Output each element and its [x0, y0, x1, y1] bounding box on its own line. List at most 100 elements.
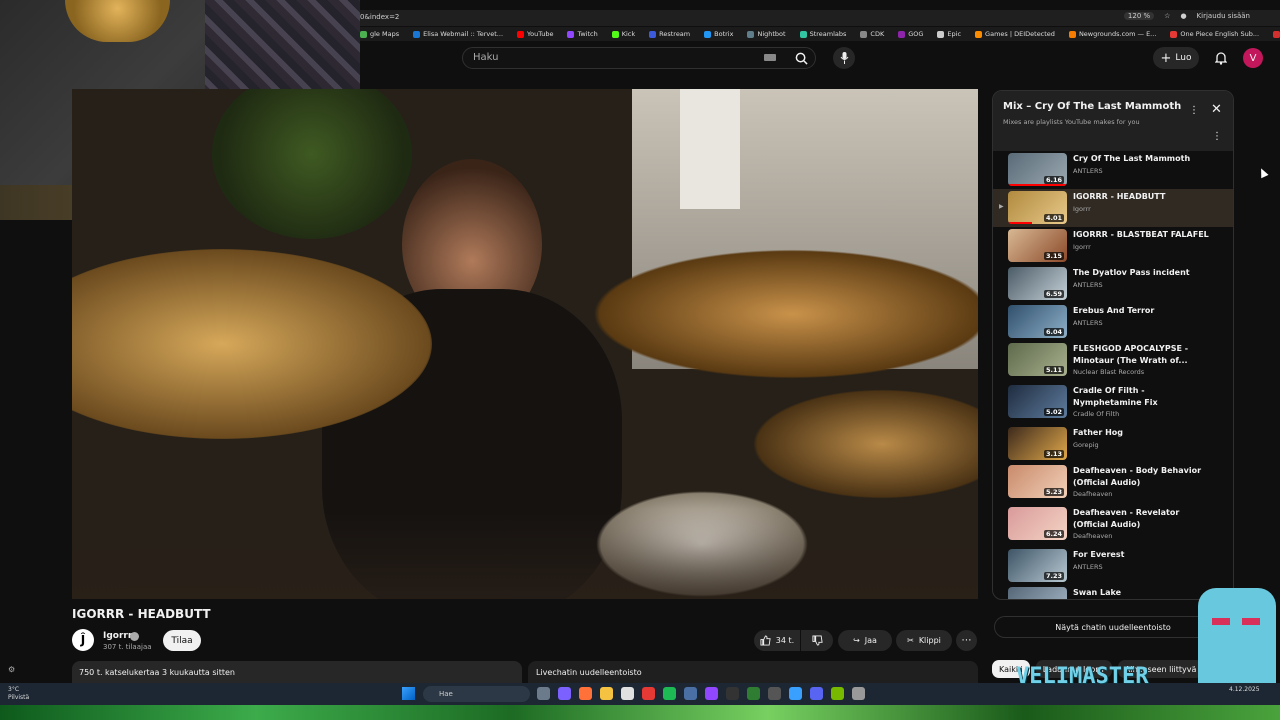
- video-scene-plant: [212, 89, 412, 239]
- bookmark-item[interactable]: Botrix: [704, 30, 733, 38]
- playlist-options-icon[interactable]: ⋮: [1212, 131, 1222, 142]
- playlist-thumbnail[interactable]: 7.23: [1008, 549, 1067, 582]
- bookmark-item[interactable]: Streamlabs: [799, 30, 846, 38]
- star-icon[interactable]: ☆: [1164, 12, 1170, 20]
- playlist-thumbnail[interactable]: 6.16: [1008, 153, 1067, 186]
- signin-label[interactable]: Kirjaudu sisään: [1197, 12, 1250, 20]
- playlist-item[interactable]: 6.04 Erebus And Terror ANTLERS: [993, 303, 1233, 341]
- bookmark-item[interactable]: Restream: [649, 30, 690, 38]
- playlist-item-title: The Dyatlov Pass incident: [1073, 268, 1190, 277]
- teams-icon[interactable]: [558, 687, 571, 700]
- dislike-button[interactable]: [801, 630, 833, 651]
- playlist-item[interactable]: 5.11 FLESHGOD APOCALYPSE - Minotaur (The …: [993, 341, 1233, 383]
- steam-icon[interactable]: [684, 687, 697, 700]
- subscriber-count: 307 t. tilaajaa: [103, 643, 152, 651]
- playlist-item[interactable]: ▶ 4.01 IGORRR - HEADBUTT Igorrr: [993, 189, 1233, 227]
- xbox-icon[interactable]: [747, 687, 760, 700]
- playlist-item-title: FLESHGOD APOCALYPSE - Minotaur (The Wrat…: [1073, 344, 1189, 365]
- playlist-item[interactable]: Swan Lake: [993, 585, 1233, 599]
- channel-avatar[interactable]: Ĵ: [72, 629, 94, 651]
- playlist-item-channel: Gorepig: [1073, 441, 1099, 449]
- calculator-icon[interactable]: [726, 687, 739, 700]
- bookmark-item[interactable]: Epic: [937, 30, 961, 38]
- bookmark-item[interactable]: Nightbot: [747, 30, 786, 38]
- chrome-icon[interactable]: [642, 687, 655, 700]
- video-player[interactable]: [72, 89, 978, 599]
- playlist-item[interactable]: 6.16 Cry Of The Last Mammoth ANTLERS: [993, 151, 1233, 189]
- bookmark-item[interactable]: Watch The Wild Robot...: [1273, 30, 1280, 38]
- playlist-item[interactable]: 7.23 For Everest ANTLERS: [993, 547, 1233, 585]
- zoom-indicator[interactable]: 120 %: [1123, 12, 1155, 20]
- playlist-thumbnail[interactable]: 6.59: [1008, 267, 1067, 300]
- description-box[interactable]: 750 t. katselukertaa 3 kuukautta sitten: [72, 661, 522, 683]
- playlist-item[interactable]: 3.15 IGORRR - BLASTBEAT FALAFEL Igorrr: [993, 227, 1233, 265]
- channel-name[interactable]: Igorrr: [103, 631, 132, 641]
- firefox-icon[interactable]: [579, 687, 592, 700]
- subscribe-button[interactable]: Tilaa: [163, 630, 201, 651]
- bookmark-item[interactable]: GOG: [898, 30, 923, 38]
- mascot-eye: [1212, 618, 1230, 625]
- playlist-item[interactable]: 5.23 Deafheaven - Body Behavior (Official…: [993, 463, 1233, 505]
- kebab-menu-icon[interactable]: ⋮: [1189, 105, 1199, 116]
- app-icon[interactable]: [852, 687, 865, 700]
- playlist-title[interactable]: Mix – Cry Of The Last Mammoth: [1003, 101, 1181, 112]
- playlist-item[interactable]: 6.59 The Dyatlov Pass incident ANTLERS: [993, 265, 1233, 303]
- playlist-item[interactable]: 3.13 Father Hog Gorepig: [993, 425, 1233, 463]
- playlist-thumbnail[interactable]: 4.01: [1008, 191, 1067, 224]
- close-icon[interactable]: ✕: [1211, 102, 1222, 117]
- weather-widget[interactable]: 3°C Pilvistä: [8, 686, 29, 702]
- gear-icon[interactable]: ⚙: [8, 665, 15, 674]
- bookmark-item[interactable]: Twitch: [567, 30, 598, 38]
- watch-progress-bar: [1008, 222, 1032, 224]
- bookmark-item[interactable]: YouTube: [517, 30, 553, 38]
- show-chat-replay-button[interactable]: Näytä chatin uudelleentoisto: [994, 616, 1232, 638]
- duration-badge: 5.11: [1043, 366, 1064, 374]
- bookmark-favicon-icon: [975, 30, 983, 38]
- discord-icon[interactable]: [810, 687, 823, 700]
- bookmark-item[interactable]: One Piece English Sub...: [1170, 30, 1259, 38]
- address-bar[interactable]: 0&index=2: [360, 13, 399, 21]
- playlist-thumbnail[interactable]: 5.11: [1008, 343, 1067, 376]
- taskbar-clock[interactable]: 4.12.2025: [1229, 686, 1260, 694]
- bookmark-item[interactable]: CDK: [860, 30, 884, 38]
- playlist-thumbnail[interactable]: 5.23: [1008, 465, 1067, 498]
- share-button[interactable]: ↪ Jaa: [838, 630, 892, 651]
- playlist-thumbnail[interactable]: 6.24: [1008, 507, 1067, 540]
- keyboard-icon[interactable]: [764, 54, 776, 61]
- file-explorer-icon[interactable]: [600, 687, 613, 700]
- playlist-item-title: Cradle Of Filth - Nymphetamine Fix: [1073, 386, 1158, 407]
- profile-icon[interactable]: ●: [1180, 12, 1186, 20]
- store-icon[interactable]: [621, 687, 634, 700]
- playlist-item[interactable]: 6.24 Deafheaven - Revelator (Official Aud…: [993, 505, 1233, 547]
- account-avatar[interactable]: V: [1243, 48, 1263, 68]
- playlist-thumbnail[interactable]: 3.15: [1008, 229, 1067, 262]
- bookmark-item[interactable]: Games | DEIDetected: [975, 30, 1055, 38]
- settings-app-icon[interactable]: [768, 687, 781, 700]
- windows-start-icon[interactable]: [402, 687, 415, 700]
- playlist-thumbnail[interactable]: 3.13: [1008, 427, 1067, 460]
- task-view-icon[interactable]: [537, 687, 550, 700]
- more-actions-button[interactable]: ⋯: [956, 630, 977, 651]
- photos-icon[interactable]: [789, 687, 802, 700]
- clip-button[interactable]: ✂ Klippi: [896, 630, 952, 651]
- bookmark-label: CDK: [870, 30, 885, 38]
- create-button[interactable]: + Luo: [1153, 47, 1199, 69]
- playlist-thumbnail[interactable]: [1008, 587, 1067, 599]
- taskbar-search[interactable]: Hae: [423, 686, 530, 702]
- bookmark-item[interactable]: Elisa Webmail :: Tervet...: [413, 30, 503, 38]
- notifications-button[interactable]: [1210, 47, 1232, 69]
- playlist-item-title: IGORRR - HEADBUTT: [1073, 192, 1166, 201]
- playlist-item[interactable]: 5.02 Cradle Of Filth - Nymphetamine Fix Cr…: [993, 383, 1233, 425]
- obs-icon[interactable]: [705, 687, 718, 700]
- search-input[interactable]: Haku: [462, 47, 816, 69]
- playlist-thumbnail[interactable]: 6.04: [1008, 305, 1067, 338]
- playlist-thumbnail[interactable]: 5.02: [1008, 385, 1067, 418]
- nvidia-icon[interactable]: [831, 687, 844, 700]
- bookmark-item[interactable]: gle Maps: [360, 30, 399, 38]
- spotify-icon[interactable]: [663, 687, 676, 700]
- bookmark-item[interactable]: Kick: [611, 30, 635, 38]
- like-button[interactable]: 34 t.: [754, 630, 800, 651]
- voice-search-button[interactable]: [833, 47, 855, 69]
- bookmark-item[interactable]: Newgrounds.com — E...: [1068, 30, 1156, 38]
- search-button[interactable]: [786, 47, 816, 69]
